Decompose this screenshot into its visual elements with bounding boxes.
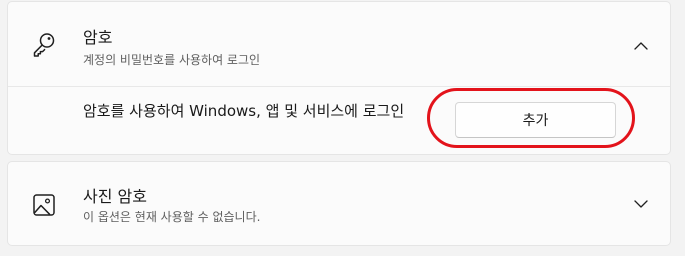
password-card: 암호 계정의 비밀번호를 사용하여 로그인 암호를 사용하여 Windows, … [7,1,671,155]
picture-password-subtitle: 이 옵션은 현재 사용할 수 없습니다. [83,210,261,224]
chevron-up-icon[interactable] [632,37,650,55]
picture-password-card: 사진 암호 이 옵션은 현재 사용할 수 없습니다. [7,161,671,246]
picture-password-title: 사진 암호 [83,187,147,206]
password-expanded-content: 암호를 사용하여 Windows, 앱 및 서비스에 로그인 추가 [8,87,670,155]
password-subtitle: 계정의 비밀번호를 사용하여 로그인 [83,53,261,67]
password-expander-header[interactable]: 암호 계정의 비밀번호를 사용하여 로그인 [8,2,670,86]
chevron-down-icon[interactable] [632,195,650,213]
password-description: 암호를 사용하여 Windows, 앱 및 서비스에 로그인 [83,102,405,120]
picture-icon [30,191,58,219]
picture-password-expander-header[interactable]: 사진 암호 이 옵션은 현재 사용할 수 없습니다. [8,162,670,245]
sign-in-options-panel: 암호 계정의 비밀번호를 사용하여 로그인 암호를 사용하여 Windows, … [0,0,685,256]
password-title: 암호 [83,28,113,47]
add-password-button[interactable]: 추가 [455,102,616,138]
key-icon [30,31,58,59]
